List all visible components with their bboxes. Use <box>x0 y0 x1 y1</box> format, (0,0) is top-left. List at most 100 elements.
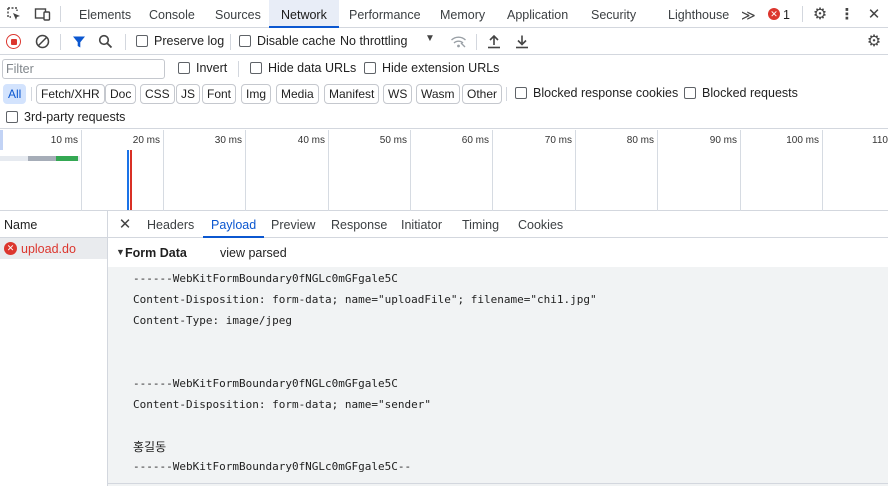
divider <box>802 6 803 22</box>
network-toolbar: Preserve log Disable cache No throttling… <box>0 28 888 55</box>
import-har-upload-icon[interactable] <box>486 33 502 50</box>
export-har-download-icon[interactable] <box>514 33 530 50</box>
more-tabs-icon[interactable]: ≫ <box>741 0 756 28</box>
network-conditions-wifi-icon[interactable] <box>449 33 467 50</box>
request-list-header[interactable]: Name <box>0 211 107 238</box>
type-filter-manifest[interactable]: Manifest <box>324 84 380 104</box>
error-icon[interactable]: ✕ <box>768 8 780 20</box>
network-overview-timeline[interactable]: 10 ms 20 ms 30 ms 40 ms 50 ms 60 ms 70 m… <box>0 130 888 211</box>
timeline-tick-label: 70 ms <box>544 135 572 146</box>
search-icon[interactable] <box>97 33 114 50</box>
tab-application[interactable]: Application <box>507 0 568 28</box>
tab-network[interactable]: Network <box>269 0 339 28</box>
timeline-tick-label: 50 ms <box>379 135 407 146</box>
preserve-log-label: Preserve log <box>154 34 225 48</box>
close-detail-icon[interactable]: ✕ <box>117 216 133 233</box>
disable-cache-checkbox[interactable] <box>239 35 251 47</box>
tab-preview[interactable]: Preview <box>271 211 315 238</box>
hide-extension-urls-label: Hide extension URLs <box>382 61 500 75</box>
timeline-tick-label: 10 ms <box>50 135 78 146</box>
divider <box>230 34 231 50</box>
timeline-tick-label: 110 <box>872 135 888 146</box>
tab-console[interactable]: Console <box>149 0 195 28</box>
hide-extension-urls-checkbox[interactable] <box>364 62 376 74</box>
payload-line: ------WebKitFormBoundary0fNGLc0mGFgale5C… <box>133 460 412 473</box>
type-filter-other[interactable]: Other <box>462 84 503 104</box>
tab-lighthouse[interactable]: Lighthouse <box>668 0 729 28</box>
expand-triangle-icon[interactable]: ▼ <box>116 247 125 257</box>
record-stop-icon[interactable] <box>6 34 21 49</box>
timeline-gridline <box>163 130 164 211</box>
throttling-select[interactable]: No throttling <box>340 34 407 48</box>
divider <box>476 34 477 50</box>
payload-line: ------WebKitFormBoundary0fNGLc0mGFgale5C <box>133 272 398 285</box>
type-filter-js[interactable]: JS <box>176 84 201 104</box>
payload-line: Content-Type: image/jpeg <box>133 314 292 327</box>
type-filter-css[interactable]: CSS <box>140 84 175 104</box>
tab-response[interactable]: Response <box>331 211 387 238</box>
tab-cookies[interactable]: Cookies <box>518 211 563 238</box>
clear-icon[interactable] <box>34 33 51 50</box>
divider <box>238 61 239 77</box>
preserve-log-checkbox[interactable] <box>136 35 148 47</box>
filter-input[interactable] <box>2 59 165 79</box>
tab-payload[interactable]: Payload <box>203 211 265 238</box>
type-filter-doc[interactable]: Doc <box>105 84 137 104</box>
form-data-section-header[interactable]: ▼ Form Data view parsed <box>108 238 888 267</box>
type-filter-font[interactable]: Font <box>202 84 237 104</box>
divider <box>108 483 888 484</box>
tab-timing[interactable]: Timing <box>462 211 499 238</box>
type-filter-all[interactable]: All <box>3 84 27 104</box>
tab-elements[interactable]: Elements <box>79 0 131 28</box>
timeline-gridline <box>740 130 741 211</box>
payload-line: Content-Disposition: form-data; name="se… <box>133 398 432 411</box>
timeline-tick-label: 30 ms <box>214 135 242 146</box>
divider <box>31 87 32 101</box>
third-party-row: 3rd-party requests <box>0 106 888 129</box>
tab-memory[interactable]: Memory <box>440 0 485 28</box>
load-event-marker <box>130 150 132 210</box>
timeline-gridline <box>410 130 411 211</box>
filter-row: Invert Hide data URLs Hide extension URL… <box>0 55 888 82</box>
type-filter-fetch-xhr[interactable]: Fetch/XHR <box>36 84 105 104</box>
tab-headers[interactable]: Headers <box>147 211 194 238</box>
tab-performance[interactable]: Performance <box>349 0 421 28</box>
hide-data-urls-checkbox[interactable] <box>250 62 262 74</box>
timeline-gridline <box>492 130 493 211</box>
hide-data-urls-label: Hide data URLs <box>268 61 357 75</box>
kebab-menu-icon[interactable]: ⋮ <box>839 5 855 23</box>
blocked-requests-label: Blocked requests <box>702 86 798 100</box>
device-toolbar-icon[interactable] <box>33 5 51 23</box>
timeline-gridline <box>328 130 329 211</box>
invert-checkbox[interactable] <box>178 62 190 74</box>
name-column-header[interactable]: Name <box>4 218 37 232</box>
network-settings-gear-icon[interactable]: ⚙ <box>865 32 883 50</box>
timeline-gridline <box>657 130 658 211</box>
chevron-down-icon[interactable]: ▼ <box>425 33 435 44</box>
settings-gear-icon[interactable]: ⚙ <box>811 5 829 23</box>
divider <box>60 34 61 50</box>
tab-initiator[interactable]: Initiator <box>401 211 442 238</box>
third-party-requests-checkbox[interactable] <box>6 111 18 123</box>
tab-security[interactable]: Security <box>591 0 636 28</box>
filter-funnel-icon[interactable] <box>70 33 87 50</box>
tab-sources[interactable]: Sources <box>215 0 261 28</box>
timeline-selection-handle[interactable] <box>0 130 3 150</box>
blocked-response-cookies-checkbox[interactable] <box>515 87 527 99</box>
blocked-requests-checkbox[interactable] <box>684 87 696 99</box>
close-devtools-icon[interactable]: ✕ <box>866 5 882 23</box>
type-filter-ws[interactable]: WS <box>383 84 413 104</box>
timeline-tick-label: 20 ms <box>132 135 160 146</box>
timeline-gridline <box>575 130 576 211</box>
error-count[interactable]: 1 <box>783 0 790 28</box>
request-row[interactable]: ✕ upload.do <box>0 238 107 259</box>
devtools-tab-bar: Elements Console Sources Network Perform… <box>0 0 888 28</box>
payload-line: Content-Disposition: form-data; name="up… <box>133 293 597 306</box>
inspect-element-icon[interactable] <box>5 5 23 23</box>
type-filter-img[interactable]: Img <box>241 84 272 104</box>
view-parsed-toggle[interactable]: view parsed <box>220 246 287 260</box>
type-filter-wasm[interactable]: Wasm <box>416 84 460 104</box>
timeline-tick-label: 80 ms <box>626 135 654 146</box>
form-data-source: ------WebKitFormBoundary0fNGLc0mGFgale5C… <box>108 267 888 486</box>
type-filter-media[interactable]: Media <box>276 84 319 104</box>
